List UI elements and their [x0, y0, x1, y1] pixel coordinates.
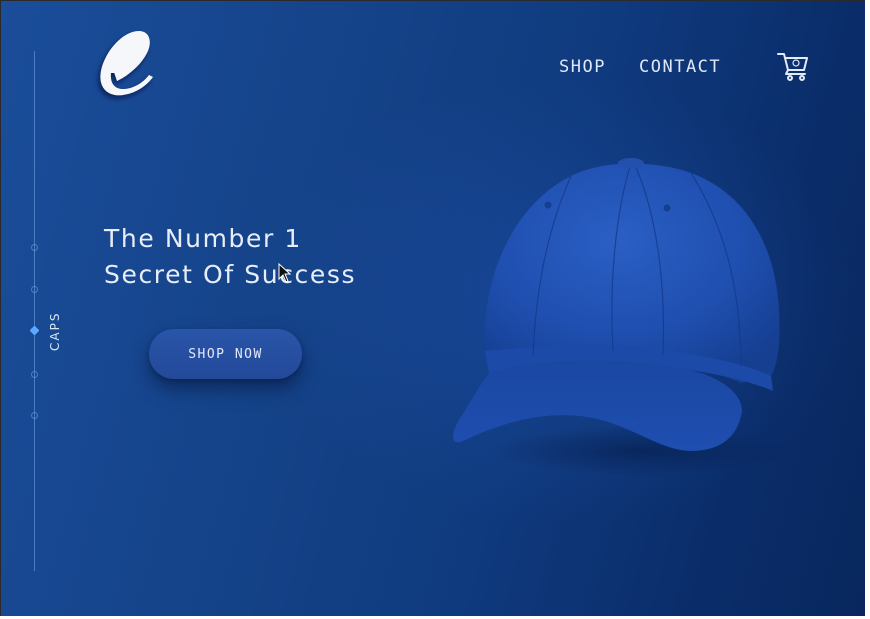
hero-section: CAPS SHOP CONTACT The Number 1 Secret Of…	[0, 0, 865, 616]
nav-shop-link[interactable]: SHOP	[559, 57, 606, 77]
mouse-pointer-icon	[278, 263, 292, 283]
category-label: CAPS	[48, 311, 62, 351]
blue-baseball-cap	[453, 158, 791, 476]
nav-contact-link[interactable]: CONTACT	[639, 57, 721, 77]
script-e-logo[interactable]	[93, 23, 163, 103]
side-rail-dot[interactable]	[31, 412, 38, 419]
side-rail-dot[interactable]	[31, 244, 38, 251]
headline-line-1: The Number 1	[104, 224, 302, 253]
shopping-cart-icon[interactable]	[776, 50, 810, 82]
side-rail-line	[34, 51, 35, 571]
shop-now-button[interactable]: SHOP NOW	[149, 329, 302, 379]
hero-headline: The Number 1 Secret Of Success	[104, 221, 356, 293]
side-rail-dot-active[interactable]	[29, 325, 40, 336]
headline-line-2: Secret Of Success	[104, 260, 357, 289]
side-rail-dot[interactable]	[31, 371, 38, 378]
side-rail-dot[interactable]	[31, 286, 38, 293]
